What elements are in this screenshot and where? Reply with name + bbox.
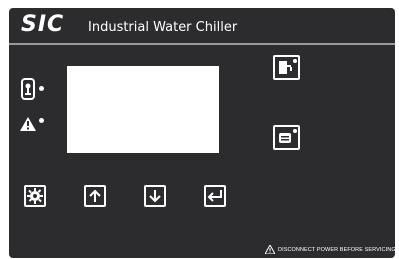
thermometer-icon	[21, 78, 35, 100]
settings-button[interactable]	[24, 185, 46, 207]
enter-button[interactable]	[204, 185, 226, 207]
warning-icon	[264, 241, 276, 259]
service-warning-text: DISCONNECT POWER BEFORE SERVICING	[278, 247, 396, 253]
brand-logo: SIC	[21, 12, 65, 37]
page-title: Industrial Water Chiller	[88, 20, 238, 35]
lcd-display	[67, 66, 219, 153]
service-warning: DISCONNECT POWER BEFORE SERVICING	[264, 241, 396, 259]
warning-icon	[20, 117, 36, 131]
compressor-icon	[273, 125, 300, 150]
thermometer-indicator-led	[39, 86, 44, 91]
alarm-indicator-led	[39, 118, 44, 123]
down-button[interactable]	[144, 185, 166, 207]
up-button[interactable]	[84, 185, 106, 207]
water-tank-icon	[273, 55, 300, 80]
